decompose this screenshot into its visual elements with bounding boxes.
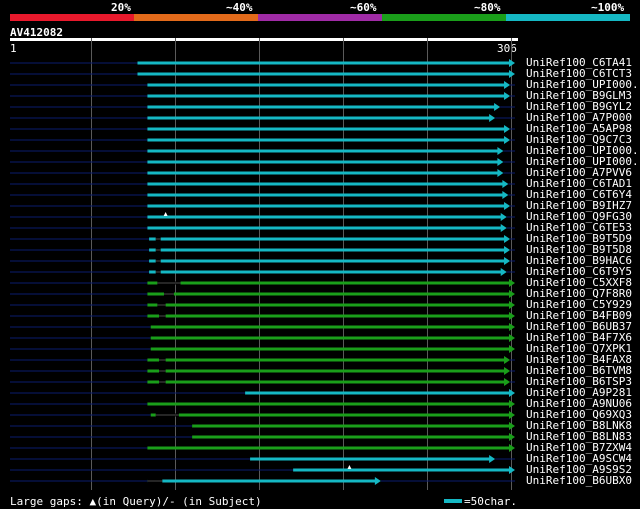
hit-bar (147, 292, 511, 296)
hit-arrow (509, 323, 515, 331)
hit-arrow (502, 191, 509, 199)
hit-arrow (504, 125, 511, 133)
query-gap-marker (163, 212, 168, 216)
hit-arrow (504, 92, 511, 100)
hit-arrow (509, 466, 515, 474)
hit-bar (149, 248, 506, 252)
hit-bar (149, 237, 506, 241)
hit-arrow (497, 147, 504, 155)
hit-arrow (509, 334, 515, 342)
hit-bar (147, 105, 496, 109)
hit-bar (147, 358, 506, 362)
hit-arrow (509, 279, 515, 287)
hit-bar (147, 83, 506, 87)
hit-arrow (489, 114, 496, 122)
hit-bar (147, 215, 502, 219)
hit-arrow (509, 400, 515, 408)
scale-bar (444, 499, 462, 503)
hit-bar (147, 149, 499, 153)
hit-arrow (497, 169, 504, 177)
hit-bar (147, 182, 504, 186)
hit-bar (147, 116, 491, 120)
hit-arrow (502, 180, 509, 188)
hit-arrow (509, 70, 515, 78)
hit-arrow (509, 290, 515, 298)
hit-arrow (494, 103, 501, 111)
hit-arrow (509, 422, 515, 430)
hit-bar (147, 138, 506, 142)
hit-bar (147, 446, 511, 450)
scale-label: =50char. (464, 495, 517, 508)
hit-label[interactable]: UniRef100_B6UBX0 (526, 475, 632, 486)
hit-arrow (509, 345, 515, 353)
hit-arrow (497, 158, 504, 166)
hit-bar (150, 347, 510, 351)
hit-arrow (504, 235, 511, 243)
hit-bar (147, 281, 511, 285)
hit-arrow (504, 202, 511, 210)
hit-bar (147, 369, 506, 373)
hit-bar (137, 61, 510, 65)
hit-bar (147, 171, 499, 175)
hit-bar (147, 380, 506, 384)
hit-bar (149, 270, 502, 274)
hit-bar (150, 413, 510, 417)
hit-arrow (500, 213, 507, 221)
hit-arrow (504, 356, 511, 364)
hit-arrow (504, 367, 511, 375)
hit-bar (293, 468, 510, 472)
hit-bar (147, 204, 506, 208)
hit-bar (147, 160, 499, 164)
hit-bar (250, 457, 491, 461)
hit-bar (192, 435, 510, 439)
hit-arrow (504, 136, 511, 144)
hit-arrow (509, 312, 515, 320)
hit-bar (192, 424, 510, 428)
hit-arrow (509, 444, 515, 452)
hit-bar (147, 303, 511, 307)
hit-arrow (504, 246, 511, 254)
hit-arrow (489, 455, 496, 463)
hit-bar (147, 193, 504, 197)
hit-bar (147, 402, 511, 406)
footer-gap-legend: Large gaps: ▲(in Query)/- (in Subject) (10, 495, 262, 508)
hit-arrow (504, 257, 511, 265)
hit-arrow (509, 411, 515, 419)
hit-arrow (509, 59, 515, 67)
hit-bar (150, 336, 510, 340)
hit-bar (150, 325, 510, 329)
hit-bar (147, 127, 506, 131)
hit-bar (147, 479, 376, 483)
hit-arrow (500, 224, 507, 232)
hit-bar (137, 72, 510, 76)
hit-bar (245, 391, 511, 395)
hit-bar (149, 259, 506, 263)
hit-arrow (504, 378, 511, 386)
hit-bar (147, 226, 502, 230)
hit-arrow (500, 268, 507, 276)
query-gap-marker (347, 465, 352, 469)
hit-arrow (509, 433, 515, 441)
hit-bar (147, 94, 506, 98)
hit-arrow (509, 389, 515, 397)
hit-bar (147, 314, 511, 318)
hit-arrow (374, 477, 381, 485)
hit-arrow (509, 301, 515, 309)
hit-arrow (504, 81, 511, 89)
